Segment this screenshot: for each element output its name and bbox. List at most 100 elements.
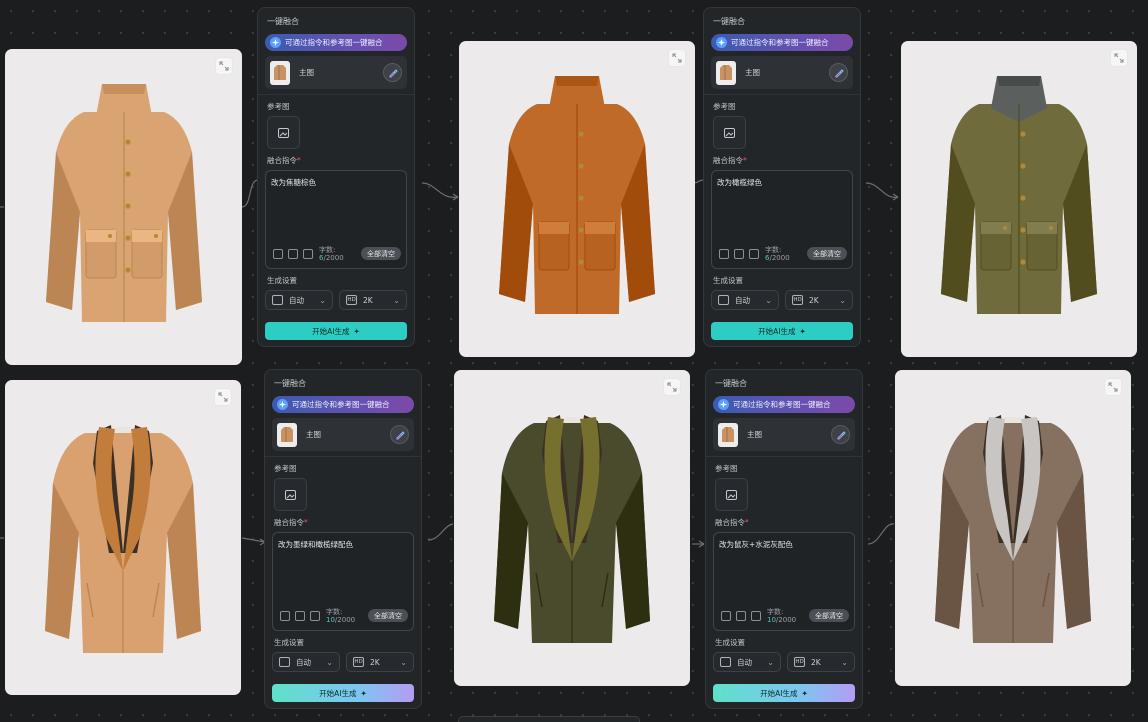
image-card-result-darkgreen[interactable] (454, 370, 690, 686)
brush-icon[interactable] (383, 63, 402, 82)
face-icon[interactable] (288, 249, 298, 259)
prompt-label: 融合指令* (715, 518, 749, 527)
aspect-ratio-icon (720, 657, 731, 667)
translate-icon[interactable] (303, 249, 313, 259)
panel-title: 一键融合 (274, 379, 306, 388)
panel-title: 一键融合 (267, 17, 299, 26)
fusion-panel: 一键融合 可通过指令和参考图一键融合 主图 参考图 融合指令* 改为焦糖棕色 字… (257, 7, 415, 347)
generate-label: 开始AI生成 (758, 326, 796, 336)
main-image-row[interactable]: 主图 (265, 56, 407, 89)
expand-icon[interactable] (1104, 378, 1122, 396)
main-image-row[interactable]: 主图 (713, 418, 855, 451)
ratio-select[interactable]: 自动 ⌄ (265, 290, 333, 310)
brush-icon[interactable] (831, 425, 850, 444)
panel-title: 一键融合 (713, 17, 745, 26)
resolution-value: 2K (809, 295, 819, 305)
prompt-text[interactable]: 改为橄榄绿色 (717, 177, 847, 188)
face-icon[interactable] (734, 249, 744, 259)
resolution-select[interactable]: HD 2K ⌄ (787, 652, 855, 672)
hint-banner: 可通过指令和参考图一键融合 (272, 396, 414, 413)
main-image-thumbnail (277, 422, 297, 447)
image-add-icon (285, 489, 296, 500)
expand-icon[interactable] (1110, 49, 1128, 67)
image-add-icon (726, 489, 737, 500)
prompt-text[interactable]: 改为鼠灰+水泥灰配色 (719, 539, 849, 550)
generate-button[interactable]: 开始AI生成 ✦ (272, 684, 414, 702)
clear-all-button[interactable]: 全部清空 (368, 609, 408, 622)
ratio-select[interactable]: 自动 ⌄ (272, 652, 340, 672)
chevron-down-icon: ⌄ (841, 657, 848, 667)
chevron-down-icon: ⌄ (319, 295, 326, 305)
settings-label: 生成设置 (274, 638, 304, 647)
divider (265, 456, 421, 457)
expand-icon[interactable] (668, 49, 686, 67)
brush-icon[interactable] (829, 63, 848, 82)
prompt-textarea[interactable]: 改为墨绿和橄榄绿配色 字数: 10/2000 全部清空 (272, 532, 414, 631)
fusion-panel: 一键融合 可通过指令和参考图一键融合 主图 参考图 融合指令* 改为鼠灰+水泥灰… (705, 369, 863, 709)
face-icon[interactable] (736, 611, 746, 621)
main-image-row[interactable]: 主图 (711, 56, 853, 89)
prompt-textarea[interactable]: 改为焦糖棕色 字数: 6/2000 全部清空 (265, 170, 407, 269)
prompt-textarea[interactable]: 改为橄榄绿色 字数: 6/2000 全部清空 (711, 170, 853, 269)
generate-button[interactable]: 开始AI生成 ✦ (265, 322, 407, 340)
main-image-label: 主图 (306, 430, 321, 439)
reference-label: 参考图 (713, 102, 736, 111)
resolution-value: 2K (370, 657, 380, 667)
workflow-canvas[interactable]: 一键融合 可通过指令和参考图一键融合 主图 参考图 融合指令* 改为焦糖棕色 字… (0, 0, 1148, 722)
ratio-value: 自动 (296, 657, 311, 667)
garment-image (45, 84, 202, 322)
resolution-select[interactable]: HD 2K ⌄ (346, 652, 414, 672)
char-count: 字数: 6/2000 (319, 245, 344, 263)
reference-upload[interactable] (274, 478, 307, 511)
clear-all-button[interactable]: 全部清空 (809, 609, 849, 622)
prompt-text[interactable]: 改为焦糖棕色 (271, 177, 401, 188)
generate-button[interactable]: 开始AI生成 ✦ (713, 684, 855, 702)
resolution-select[interactable]: HD 2K ⌄ (339, 290, 407, 310)
divider (706, 456, 862, 457)
generate-label: 开始AI生成 (312, 326, 350, 336)
resolution-select[interactable]: HD 2K ⌄ (785, 290, 853, 310)
settings-label: 生成设置 (267, 276, 297, 285)
prompt-text[interactable]: 改为墨绿和橄榄绿配色 (278, 539, 408, 550)
prompt-label: 融合指令* (267, 156, 301, 165)
translate-icon[interactable] (310, 611, 320, 621)
image-card-result-olive[interactable] (901, 41, 1137, 357)
image-card-source-overcoat[interactable] (5, 49, 242, 365)
translate-icon[interactable] (749, 249, 759, 259)
sparkle-icon: ✦ (360, 688, 367, 698)
hint-text: 可通过指令和参考图一键融合 (731, 38, 829, 47)
aspect-ratio-icon (718, 295, 729, 305)
image-card-source-shawl[interactable] (5, 380, 241, 695)
generate-button[interactable]: 开始AI生成 ✦ (711, 322, 853, 340)
rotate-icon[interactable] (719, 249, 729, 259)
ratio-value: 自动 (737, 657, 752, 667)
char-count: 字数: 10/2000 (767, 607, 797, 625)
brush-icon[interactable] (390, 425, 409, 444)
sparkle-icon (716, 37, 727, 48)
prompt-label: 融合指令* (713, 156, 747, 165)
expand-icon[interactable] (215, 57, 233, 75)
resolution-value: 2K (363, 295, 373, 305)
rotate-icon[interactable] (273, 249, 283, 259)
hint-text: 可通过指令和参考图一键融合 (285, 38, 383, 47)
translate-icon[interactable] (751, 611, 761, 621)
expand-icon[interactable] (214, 388, 232, 406)
rotate-icon[interactable] (280, 611, 290, 621)
clear-all-button[interactable]: 全部清空 (361, 247, 401, 260)
image-card-result-caramel[interactable] (459, 41, 695, 357)
face-icon[interactable] (295, 611, 305, 621)
chevron-down-icon: ⌄ (765, 295, 772, 305)
rotate-icon[interactable] (721, 611, 731, 621)
expand-icon[interactable] (663, 378, 681, 396)
ratio-select[interactable]: 自动 ⌄ (711, 290, 779, 310)
hint-text: 可通过指令和参考图一键融合 (292, 400, 390, 409)
clear-all-button[interactable]: 全部清空 (807, 247, 847, 260)
reference-upload[interactable] (715, 478, 748, 511)
reference-upload[interactable] (267, 116, 300, 149)
prompt-textarea[interactable]: 改为鼠灰+水泥灰配色 字数: 10/2000 全部清空 (713, 532, 855, 631)
ratio-select[interactable]: 自动 ⌄ (713, 652, 781, 672)
main-image-row[interactable]: 主图 (272, 418, 414, 451)
reference-upload[interactable] (713, 116, 746, 149)
sparkle-icon: ✦ (353, 326, 360, 336)
image-card-result-grey[interactable] (895, 370, 1131, 686)
